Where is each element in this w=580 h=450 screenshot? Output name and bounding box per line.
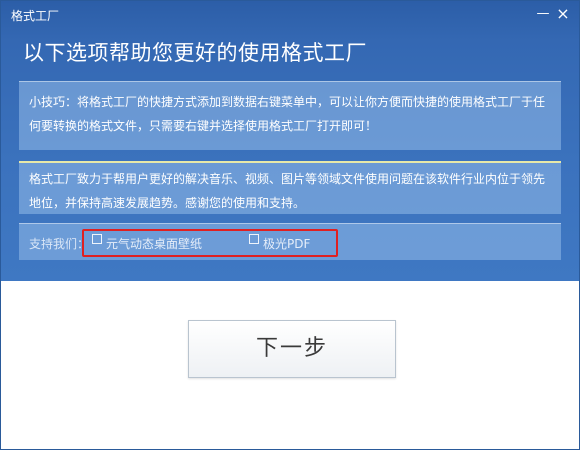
page-heading: 以下选项帮助您更好的使用格式工厂 bbox=[23, 41, 367, 65]
header-area: 格式工厂 — × 以下选项帮助您更好的使用格式工厂 小技巧：将格式工厂的快捷方式… bbox=[1, 1, 579, 281]
next-button[interactable]: 下一步 bbox=[188, 320, 396, 378]
close-icon[interactable]: × bbox=[554, 5, 572, 23]
window-title: 格式工厂 bbox=[11, 9, 60, 23]
tip-panel: 小技巧：将格式工厂的快捷方式添加到数据右键菜单中，可以让你方便而快捷的使用格式工… bbox=[19, 81, 561, 150]
installer-window: 格式工厂 — × 以下选项帮助您更好的使用格式工厂 小技巧：将格式工厂的快捷方式… bbox=[0, 0, 580, 450]
support-label: 支持我们： bbox=[29, 237, 90, 251]
highlight-box bbox=[82, 229, 338, 257]
minimize-icon[interactable]: — bbox=[534, 5, 552, 23]
title-bar[interactable]: 格式工厂 — × bbox=[1, 1, 579, 29]
about-text: 格式工厂致力于帮用户更好的解决音乐、视频、图片等领域文件使用问题在该软件行业内位… bbox=[29, 172, 546, 210]
about-panel: 格式工厂致力于帮用户更好的解决音乐、视频、图片等领域文件使用问题在该软件行业内位… bbox=[19, 161, 561, 214]
tip-text: 小技巧：将格式工厂的快捷方式添加到数据右键菜单中，可以让你方便而快捷的使用格式工… bbox=[29, 95, 546, 133]
